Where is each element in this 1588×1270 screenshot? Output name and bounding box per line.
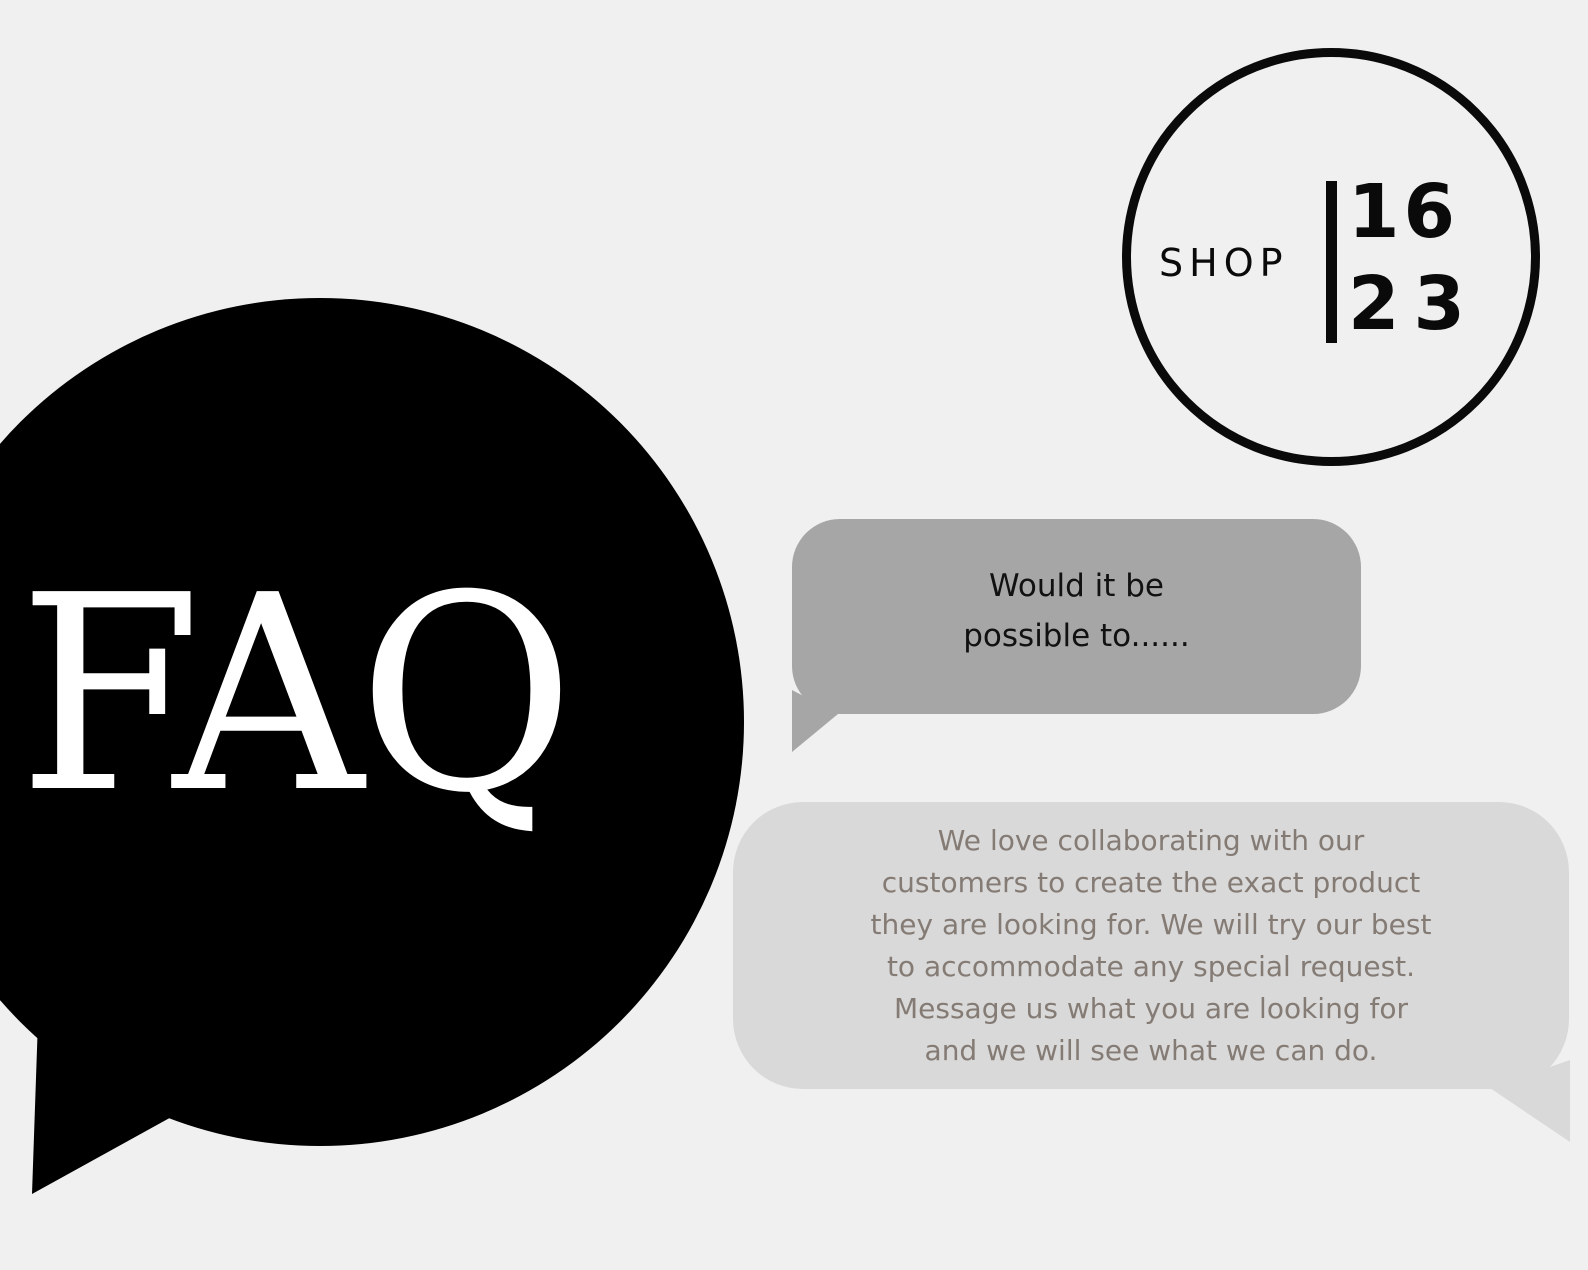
question-line-2: possible to...... <box>963 618 1190 654</box>
faq-title: FAQ <box>18 537 575 852</box>
logo-shop-text: SHOP <box>1159 241 1289 285</box>
question-line-1: Would it be <box>989 568 1164 604</box>
logo-divider-bar <box>1326 181 1337 343</box>
answer-line-4: to accommodate any special request. <box>886 950 1416 983</box>
logo-top-number: 16 <box>1348 169 1459 255</box>
answer-text: We love collaborating with our customers… <box>753 820 1549 1072</box>
question-bubble: Would it be possible to...... <box>792 519 1361 714</box>
answer-line-3: they are looking for. We will try our be… <box>870 908 1432 941</box>
logo-bottom-number: 23 <box>1348 261 1479 347</box>
answer-bubble: We love collaborating with our customers… <box>733 802 1569 1089</box>
question-text: Would it be possible to...... <box>792 561 1361 661</box>
shop-logo: SHOP 16 23 <box>1122 48 1540 466</box>
answer-line-1: We love collaborating with our <box>937 824 1365 857</box>
answer-line-6: and we will see what we can do. <box>924 1034 1378 1067</box>
faq-graphic: FAQ SHOP 16 23 Would it be possible to..… <box>0 0 1588 1270</box>
answer-line-5: Message us what you are looking for <box>893 992 1409 1025</box>
answer-line-2: customers to create the exact product <box>881 866 1421 899</box>
